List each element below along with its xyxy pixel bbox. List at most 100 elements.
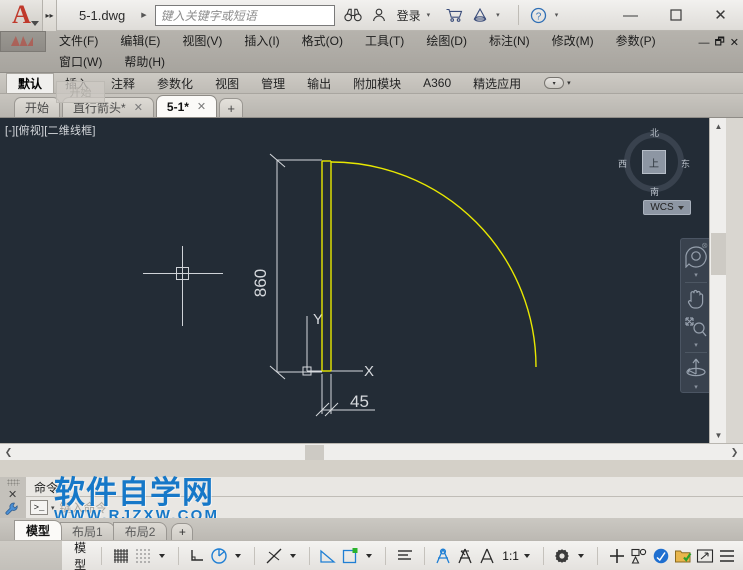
viewcube-east-label[interactable]: 东 (681, 157, 690, 170)
lineweight-icon[interactable] (339, 545, 361, 567)
zoom-extents-icon[interactable] (682, 313, 710, 341)
share-icon[interactable] (470, 5, 490, 25)
document-tab-start[interactable]: 开始 (14, 97, 61, 117)
new-document-tab-button[interactable]: + (219, 98, 244, 117)
scroll-down-icon[interactable]: ▼ (710, 427, 726, 443)
isolate-objects-icon[interactable] (628, 545, 650, 567)
wrench-icon[interactable] (5, 502, 19, 519)
workspace-chevron-icon[interactable] (578, 553, 585, 558)
scale-chevron-icon[interactable] (523, 553, 530, 558)
menu-item-format[interactable]: 格式(O) (291, 31, 354, 52)
navbar-close-icon[interactable]: ⊗ (701, 241, 708, 250)
annotation-visibility-icon[interactable] (454, 545, 476, 567)
share-chevron-icon[interactable]: ▾ (496, 11, 508, 19)
drawing-canvas[interactable]: [-][俯视][二维线框] 860 45 Y X 上 北 南 西 东 WCS ⊗… (0, 118, 726, 443)
question-icon[interactable]: ? (529, 5, 549, 25)
osnap-settings-chevron-icon[interactable] (289, 553, 296, 558)
ribbon-overflow-chevron-icon[interactable]: ▾ (567, 79, 571, 87)
document-tab-zhixingjiantou[interactable]: 直行箭头* ✕ (62, 97, 154, 117)
customization-menu-icon[interactable] (716, 545, 738, 567)
menu-item-modify[interactable]: 修改(M) (541, 31, 605, 52)
ribbon-tab-insert[interactable]: 插入 (54, 73, 100, 93)
viewcube-top-face[interactable]: 上 (642, 150, 666, 174)
viewcube[interactable]: 上 北 南 西 东 (618, 126, 690, 198)
ribbon-tab-view[interactable]: 视图 (204, 73, 250, 93)
new-layout-button[interactable]: + (171, 523, 194, 540)
search-input[interactable]: 键入关键字或短语 (154, 4, 335, 26)
window-maximize-button[interactable] (653, 0, 698, 30)
polar-settings-chevron-icon[interactable] (235, 553, 242, 558)
menu-item-insert[interactable]: 插入(I) (233, 31, 290, 52)
canvas-vertical-scrollbar[interactable]: ▲ ▼ (709, 118, 726, 443)
workspace-icon[interactable] (551, 545, 573, 567)
search-history-caret-icon[interactable]: ▶ (141, 11, 154, 19)
ribbon-overflow[interactable]: ▾ ▾ (544, 73, 571, 93)
annotation-scale-value[interactable]: 1:1 (498, 549, 519, 563)
ribbon-minimize-pill-icon[interactable]: ▾ (544, 77, 565, 89)
menu-item-view[interactable]: 视图(V) (171, 31, 233, 52)
command-input-row[interactable]: >_ ▾ 键入命令 (26, 497, 743, 518)
application-menu-button[interactable]: A (0, 0, 43, 31)
command-prompt-chevron-icon[interactable]: ▾ (51, 504, 55, 512)
ribbon-tab-output[interactable]: 输出 (296, 73, 342, 93)
ribbon-tab-annotate[interactable]: 注释 (100, 73, 146, 93)
orbit-icon[interactable] (682, 355, 710, 383)
canvas-horizontal-scrollbar[interactable]: ❮ ❯ (0, 443, 743, 460)
doc-minimize-button[interactable]: — (698, 37, 709, 49)
fullscreen-icon[interactable] (694, 545, 716, 567)
transparency-icon[interactable] (394, 545, 416, 567)
ribbon-tab-a360[interactable]: A360 (412, 73, 462, 93)
doc-close-button[interactable]: ✕ (730, 36, 739, 49)
menu-item-dimension[interactable]: 标注(N) (478, 31, 541, 52)
close-icon[interactable]: ✕ (134, 101, 143, 114)
command-line-grip[interactable]: ✕ (0, 477, 26, 518)
pan-icon[interactable] (682, 285, 710, 313)
chevron-down-icon[interactable] (31, 20, 39, 26)
layout-tab-model[interactable]: 模型 (14, 520, 63, 540)
snap-settings-chevron-icon[interactable] (158, 553, 165, 558)
annotation-scale-icon[interactable] (476, 545, 498, 567)
isolate-objects-toggle-icon[interactable] (672, 545, 694, 567)
object-snap-icon[interactable] (263, 545, 285, 567)
document-tab-5-1[interactable]: 5-1* ✕ (155, 95, 218, 117)
ortho-mode-icon[interactable] (186, 545, 208, 567)
scroll-up-icon[interactable]: ▲ (710, 118, 726, 134)
command-prompt-icon[interactable]: >_ (30, 500, 48, 515)
display-settings-chevron-icon[interactable] (366, 553, 373, 558)
close-icon[interactable]: ✕ (197, 100, 206, 113)
zoom-chevron-icon[interactable]: ▾ (694, 341, 698, 350)
window-close-button[interactable]: ✕ (698, 0, 743, 30)
quick-access-toolbar-expand[interactable]: ▸▸ (43, 0, 57, 31)
cart-icon[interactable] (444, 5, 464, 25)
horizontal-scroll-thumb[interactable] (305, 445, 324, 460)
orbit-chevron-icon[interactable]: ▾ (694, 383, 698, 392)
user-icon[interactable] (369, 5, 389, 25)
menu-item-edit[interactable]: 编辑(E) (109, 31, 171, 52)
scroll-right-icon[interactable]: ❯ (726, 447, 743, 458)
vertical-scroll-thumb[interactable] (711, 233, 726, 275)
layout-tab-layout1[interactable]: 布局1 (60, 522, 115, 540)
ribbon-tab-featured-apps[interactable]: 精选应用 (462, 73, 532, 93)
menu-item-tools[interactable]: 工具(T) (354, 31, 415, 52)
scroll-left-icon[interactable]: ❮ (0, 447, 17, 458)
status-model-label[interactable]: 模型 (67, 539, 93, 570)
doc-restore-button[interactable]: 🗗 (714, 33, 724, 52)
viewcube-north-label[interactable]: 北 (650, 126, 659, 139)
customization-plus-icon[interactable] (606, 545, 628, 567)
command-input[interactable]: 键入命令 (60, 499, 108, 516)
signin-link[interactable]: 登录 (395, 7, 421, 24)
viewcube-south-label[interactable]: 南 (650, 185, 659, 198)
ribbon-tab-home[interactable]: 默认 (6, 73, 55, 93)
chevron-down-icon[interactable] (677, 205, 684, 210)
polar-tracking-icon[interactable] (208, 545, 230, 567)
window-minimize-button[interactable]: — (608, 0, 653, 30)
ribbon-tab-manage[interactable]: 管理 (250, 73, 296, 93)
object-snap-tracking-icon[interactable] (317, 545, 339, 567)
layout-tab-layout2[interactable]: 布局2 (112, 522, 168, 540)
wcs-selector[interactable]: WCS (643, 200, 691, 215)
hardware-acceleration-icon[interactable] (650, 545, 672, 567)
menu-item-help[interactable]: 帮助(H) (113, 52, 176, 73)
ribbon-tab-parametric[interactable]: 参数化 (146, 73, 204, 93)
binoculars-icon[interactable] (343, 5, 363, 25)
drag-handle-icon[interactable] (7, 479, 20, 486)
